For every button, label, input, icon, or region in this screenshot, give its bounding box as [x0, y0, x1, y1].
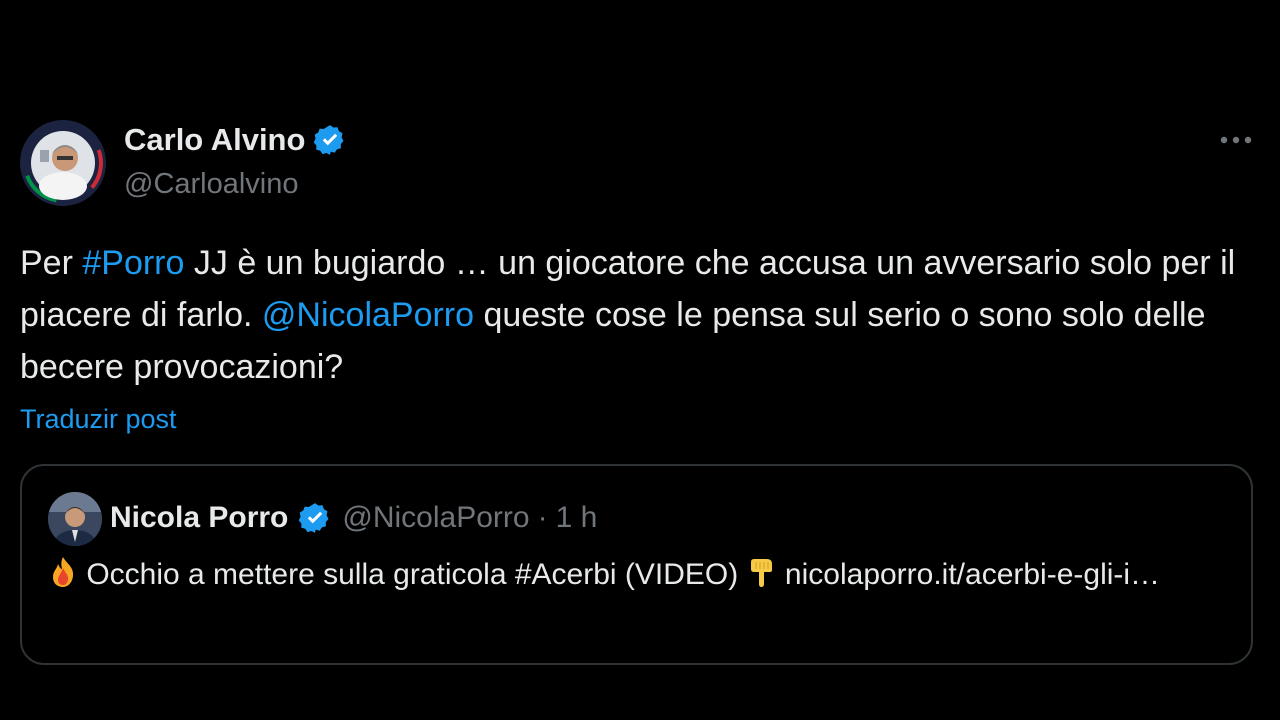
author-name[interactable]: Carlo Alvino	[124, 121, 347, 159]
tweet-text-part: Per	[20, 244, 83, 282]
quoted-author-avatar[interactable]	[48, 492, 102, 546]
tweet-text: Per #Porro JJ è un bugiardo … un giocato…	[20, 237, 1260, 393]
more-options-button[interactable]	[1214, 126, 1258, 154]
translate-post-link[interactable]: Traduzir post	[20, 402, 177, 436]
quoted-text: Occhio a mettere sulla graticola #Acerbi…	[48, 554, 1228, 600]
quoted-author-name[interactable]: Nicola Porro	[110, 498, 288, 538]
verified-badge-icon	[313, 123, 347, 157]
author-handle[interactable]: @Carloalvino	[124, 166, 299, 202]
pointing-down-emoji-icon	[747, 556, 777, 600]
quoted-text-part[interactable]: nicolaporro.it/acerbi-e-gli-i…	[777, 558, 1160, 591]
author-name-label: Carlo Alvino	[124, 122, 306, 157]
tweet: Carlo Alvino @Carloalvino Per #Porro JJ …	[0, 0, 1280, 720]
author-avatar[interactable]	[20, 120, 106, 206]
separator-dot: ·	[537, 501, 548, 534]
quoted-tweet[interactable]: Nicola Porro @NicolaPorro · 1 h Occhio a…	[20, 464, 1253, 665]
verified-badge-icon	[298, 501, 332, 535]
quoted-timestamp[interactable]: 1 h	[556, 498, 598, 538]
hashtag-link[interactable]: #Porro	[82, 244, 184, 282]
more-horizontal-icon	[1220, 136, 1252, 144]
quoted-header: Nicola Porro @NicolaPorro · 1 h	[110, 498, 597, 538]
mention-link[interactable]: @NicolaPorro	[262, 296, 474, 334]
quoted-author-handle[interactable]: @NicolaPorro	[342, 498, 529, 538]
quoted-text-part: Occhio a mettere sulla graticola #Acerbi…	[78, 558, 747, 591]
flame-emoji-icon	[48, 556, 78, 600]
